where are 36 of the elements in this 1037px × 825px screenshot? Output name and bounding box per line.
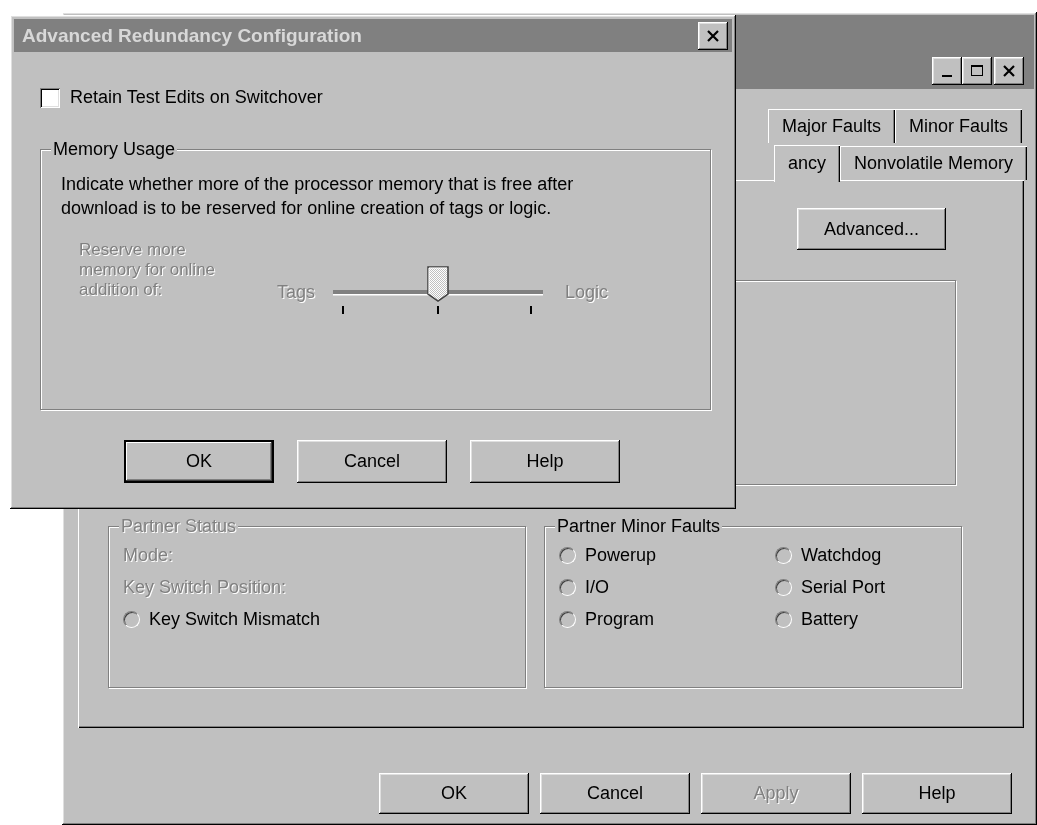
field-label: Mode: [123,544,175,567]
advanced-button[interactable]: Advanced... [797,208,946,250]
indicator-label: Watchdog [801,544,882,566]
dialog-button[interactable]: OK [379,773,529,814]
tab[interactable]: Nonvolatile Memory [839,146,1027,180]
indicator-label: Program [585,608,655,630]
dialog-button[interactable]: Cancel [297,440,447,483]
indicator-label: Powerup [585,544,657,566]
description-text: Indicate whether more of the processor memory that is free after download is to be reserved for online creation of tags or logic. [61,173,575,220]
indicator-label: Serial Port [801,576,886,598]
checkbox-label: Retain Test Edits on Switchover [70,87,323,108]
field-label: Key Switch Position: [123,576,288,599]
indicator-label: I/O [585,576,609,598]
close-icon [1002,64,1016,78]
minimize-button[interactable] [932,57,962,85]
slider[interactable] [333,266,544,314]
window-title: Advanced Redundancy Configuration [22,24,362,47]
dialog-button[interactable]: Help [862,773,1012,814]
indicator-label: Battery [801,608,859,630]
close-button[interactable] [994,57,1024,85]
slider-min-label: Tags [277,282,316,303]
minimize-icon [942,75,952,77]
close-button[interactable] [698,21,728,50]
tab[interactable]: ancy [773,145,840,182]
tab[interactable]: Minor Faults [894,109,1022,143]
checkbox[interactable] [40,87,60,108]
close-icon [706,28,720,43]
dialog-button[interactable]: Cancel [540,773,690,814]
slider-max-label: Logic [565,282,609,303]
maximize-icon [970,64,984,78]
dialog-button[interactable]: Help [470,440,620,483]
maximize-button[interactable] [962,57,992,85]
slider-label: Reserve more memory for online addition of: [79,240,217,300]
tab[interactable]: Major Faults [767,109,895,143]
dialog-button[interactable]: OK [124,440,274,483]
indicator-label: Key Switch Mismatch [149,608,321,630]
